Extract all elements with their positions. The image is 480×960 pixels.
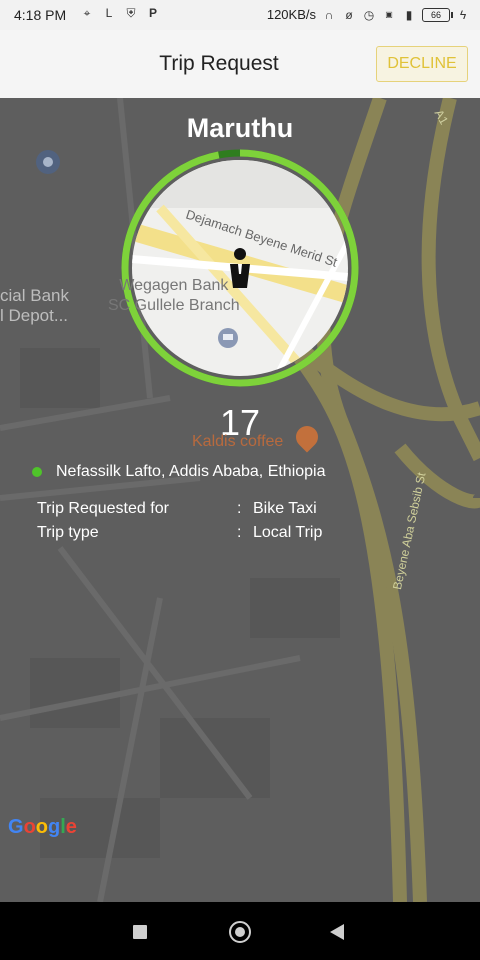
status-time: 4:18 PM <box>14 7 67 23</box>
map-label-bank-line2: l Depot... <box>0 306 69 325</box>
system-nav-bar <box>0 902 480 960</box>
signal-icon: ▮ <box>405 7 413 22</box>
google-letter: o <box>35 816 48 838</box>
trip-details: Trip Requested for : Bike Taxi Trip type… <box>37 500 322 548</box>
detail-value: Local Trip <box>253 524 323 541</box>
pickup-address-text: Nefassilk Lafto, Addis Ababa, Ethiopia <box>56 463 326 480</box>
inset-poi-line1: Wegagen Bank <box>119 277 229 294</box>
location-icon: ⌖ <box>83 6 91 20</box>
pickup-address: Nefassilk Lafto, Addis Ababa, Ethiopia <box>32 463 326 481</box>
volte-icon: ▣ <box>385 9 393 19</box>
page-title: Trip Request <box>159 52 279 75</box>
google-letter: g <box>48 816 61 838</box>
inset-poi-label: Wegagen Bank SC Gullele Branch <box>108 276 240 316</box>
network-speed: 120KB/s <box>266 7 316 22</box>
countdown-ring: Dejamach Beyene Merid St <box>121 149 359 387</box>
inset-poi-line2: SC Gullele Branch <box>108 297 240 314</box>
google-letter: G <box>8 816 24 838</box>
google-letter: o <box>23 816 36 838</box>
battery-icon: 66 <box>422 7 453 22</box>
p-icon: P <box>148 6 157 20</box>
alarm-icon: ◷ <box>363 7 375 22</box>
map-label-bank: cial Bank l Depot... <box>0 286 69 326</box>
map-label-kaldis: Kaldis coffee <box>192 433 284 450</box>
recents-button[interactable] <box>133 925 147 939</box>
detail-value: Bike Taxi <box>253 500 317 517</box>
detail-colon: : <box>237 524 242 541</box>
detail-label: Trip type <box>37 524 99 541</box>
detail-colon: : <box>237 500 242 517</box>
back-button[interactable] <box>330 924 344 940</box>
map-label-bank-line1: cial Bank <box>0 286 69 305</box>
lambda-icon: L <box>105 6 113 20</box>
detail-label: Trip Requested for <box>37 500 169 517</box>
charging-icon: ϟ <box>459 7 467 22</box>
shield-icon: ⛨ <box>126 6 136 20</box>
mute-icon: ø <box>345 7 353 22</box>
detail-row: Trip type : Local Trip <box>37 524 322 548</box>
pickup-dot-icon <box>32 467 42 477</box>
app-bar: Trip Request DECLINE <box>0 30 480 99</box>
google-letter: e <box>65 816 77 838</box>
decline-button[interactable]: DECLINE <box>376 46 468 82</box>
headset-icon: ∩ <box>324 7 334 22</box>
google-logo: Google <box>8 816 77 839</box>
home-button[interactable] <box>229 921 251 943</box>
rider-name: Maruthu <box>186 113 294 143</box>
status-bar: 4:18 PM ⌖ L ⛨ P 120KB/s ∩ ø ◷ ▣ ▮ 66 ϟ <box>0 0 480 30</box>
detail-row: Trip Requested for : Bike Taxi <box>37 500 322 524</box>
